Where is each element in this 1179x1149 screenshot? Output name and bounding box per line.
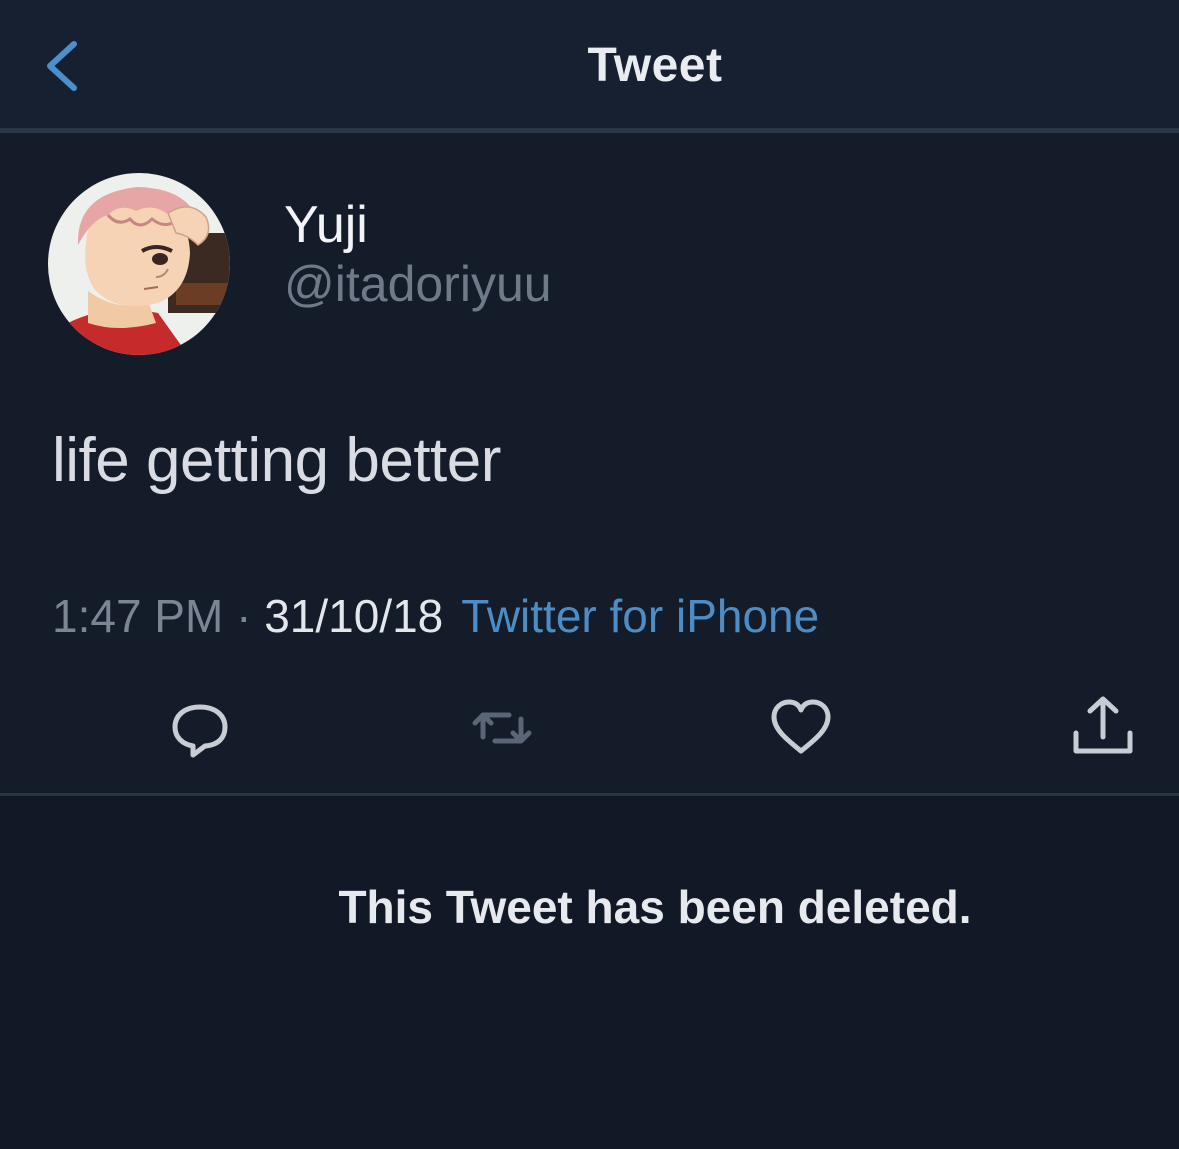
tweet-action-bar [0,693,1179,763]
tweet-date: 31/10/18 [264,590,444,642]
avatar[interactable] [48,173,230,355]
anime-avatar [48,173,230,355]
tweet-screen: Tweet Yuji @itadoriyuu life getting bett… [0,0,1179,1149]
share-icon [1073,696,1133,754]
deleted-notice: This Tweet has been deleted. [338,881,972,933]
tweet-time: 1:47 PM [52,590,224,642]
user-handle[interactable]: @itadoriyuu [284,255,552,313]
meta-separator: · [223,590,265,642]
heart-icon [771,699,831,754]
deleted-notice-area: This Tweet has been deleted. [0,796,1179,1149]
like-button[interactable] [766,693,836,763]
tweet-metadata: 1:47 PM · 31/10/18 Twitter for iPhone [52,589,819,643]
share-button[interactable] [1068,693,1138,763]
retweet-icon [472,712,532,744]
reply-button[interactable] [165,693,235,763]
tweet-detail: Yuji @itadoriyuu life getting better 1:4… [0,133,1179,793]
display-name[interactable]: Yuji [284,195,368,255]
page-title: Tweet [587,39,723,92]
tweet-client-link[interactable]: Twitter for iPhone [461,590,819,642]
tweet-text: life getting better [52,426,501,495]
retweet-button[interactable] [467,693,537,763]
speech-bubble-icon [172,704,228,758]
navigation-header: Tweet [0,0,1179,133]
